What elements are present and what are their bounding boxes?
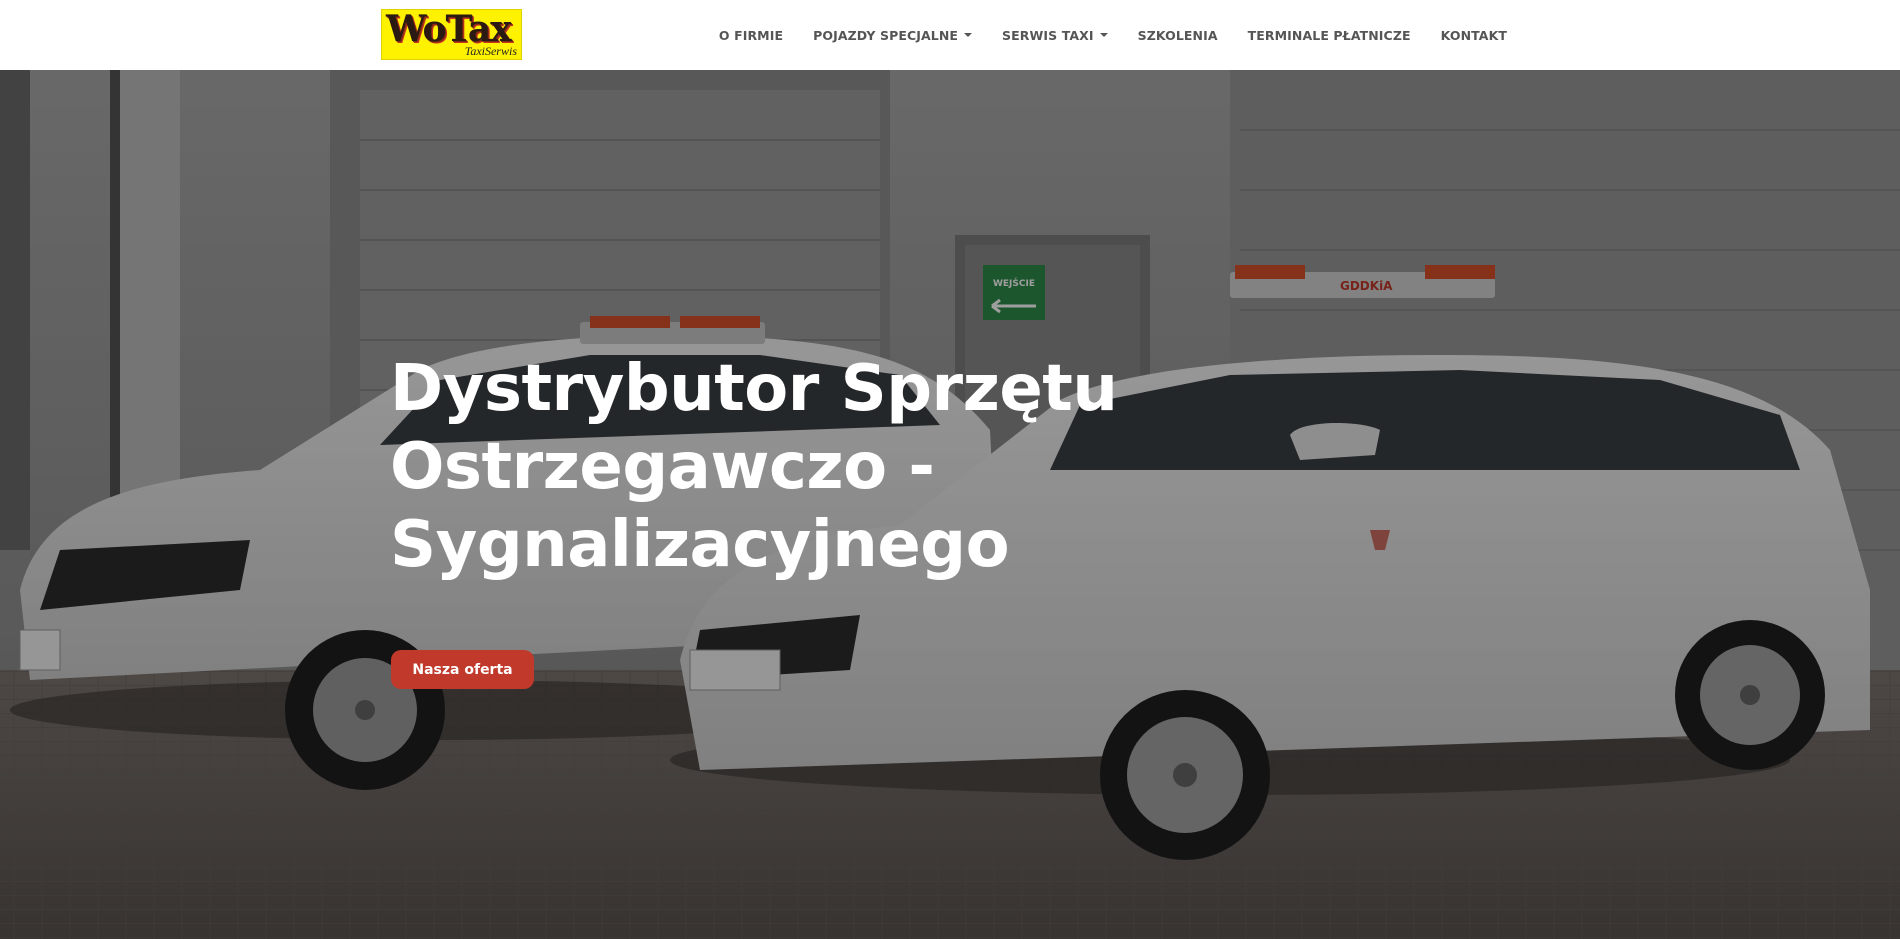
logo-main-text: WoTax <box>386 8 512 50</box>
nav-item-pojazdy-specjalne[interactable]: POJAZDY SPECJALNE <box>798 0 987 70</box>
nav-item-label: SZKOLENIA <box>1137 27 1218 43</box>
hero-title-line-3: Sygnalizacyjnego <box>390 508 1010 582</box>
nav-item-szkolenia[interactable]: SZKOLENIA <box>1123 0 1233 70</box>
logo-sub-text: TaxiSerwis <box>464 44 517 58</box>
hero-section: WEJŚCIE GDDKiA Dystrybutor Sprzętu Ostrz… <box>0 70 1900 939</box>
nav-item-serwis-taxi[interactable]: SERWIS TAXI <box>987 0 1123 70</box>
nav-item-kontakt[interactable]: KONTAKT <box>1426 0 1507 70</box>
nav-item-o-firmie[interactable]: O FIRMIE <box>704 0 798 70</box>
nav-item-label: KONTAKT <box>1440 27 1507 43</box>
site-header: WoTax TaxiSerwis O FIRMIE POJAZDY SPECJA… <box>0 0 1900 70</box>
offer-button[interactable]: Nasza oferta <box>391 650 534 689</box>
hero-title-line-1: Dystrybutor Sprzętu <box>390 352 1118 426</box>
nav-item-label: O FIRMIE <box>718 27 784 43</box>
brand-logo[interactable]: WoTax TaxiSerwis <box>381 9 522 60</box>
nav-item-label: TERMINALE PŁATNICZE <box>1247 27 1411 43</box>
caret-down-icon <box>1099 33 1108 37</box>
caret-down-icon <box>964 33 973 37</box>
nav-item-terminale-platnicze[interactable]: TERMINALE PŁATNICZE <box>1233 0 1426 70</box>
hero-title-line-2: Ostrzegawczo - <box>390 430 935 504</box>
nav-item-label: POJAZDY SPECJALNE <box>813 27 959 43</box>
nav-item-label: SERWIS TAXI <box>1002 27 1094 43</box>
main-nav: O FIRMIE POJAZDY SPECJALNE SERWIS TAXI S… <box>704 0 1507 70</box>
hero-title: Dystrybutor Sprzętu Ostrzegawczo - Sygna… <box>390 350 1290 584</box>
